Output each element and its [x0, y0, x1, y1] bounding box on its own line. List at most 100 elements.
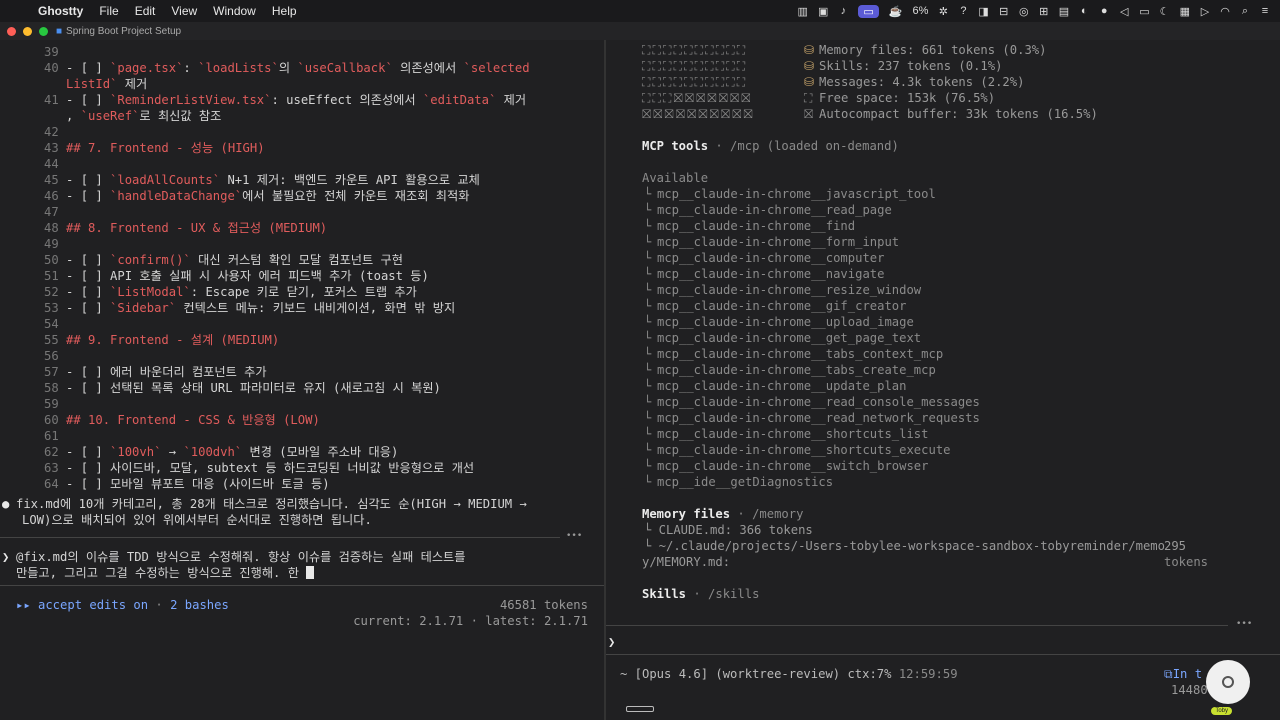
mcp-tool-item: mcp__claude-in-chrome__read_console_mess… — [657, 395, 980, 409]
tray-icon-10[interactable]: ▭ — [1139, 5, 1149, 18]
markdown-line: 39 — [44, 44, 66, 60]
bashes-count[interactable]: 2 bashes — [170, 598, 229, 612]
line-number: 64 — [44, 477, 67, 491]
prompt-input-line[interactable]: @fix.md의 이슈를 TDD 방식으로 수정해줘. 항상 이슈를 검증하는 … — [16, 549, 466, 565]
mic-icon[interactable]: ♪ — [838, 5, 848, 17]
line-text: , — [66, 109, 81, 123]
assistant-bullet-icon: ● — [2, 497, 10, 511]
markdown-line: 57 - [ ] 에러 바운더리 컴포넌트 추가 — [44, 364, 267, 380]
left-terminal-pane[interactable]: 39 40 - [ ] `page.tsx`: `loadLists`의 `us… — [0, 40, 604, 720]
line-number: 53 — [44, 301, 67, 315]
line-text: 제거 — [496, 93, 527, 107]
tray-icon-5[interactable]: ◎ — [1019, 5, 1029, 18]
search-icon[interactable]: ⌕ — [1240, 5, 1250, 18]
tree-branch-icon: └ — [644, 363, 652, 377]
code-span: `100vh` — [110, 445, 162, 459]
line-number: 47 — [44, 205, 67, 219]
menu-file[interactable]: File — [99, 4, 118, 18]
play-icon[interactable]: ▷ — [1200, 5, 1210, 18]
line-number: 48 — [44, 221, 67, 235]
line-number: 41 — [44, 93, 67, 107]
mcp-tool-item: mcp__claude-in-chrome__read_network_requ… — [657, 411, 980, 425]
gear-icon[interactable]: ✲ — [938, 5, 948, 18]
input-separator — [606, 654, 1280, 655]
control-center-icon[interactable]: ≡ — [1260, 5, 1270, 17]
tray-icon-3[interactable]: ◨ — [978, 5, 988, 18]
memory-file-row: └ CLAUDE.md: 366 tokens — [644, 523, 813, 537]
line-text: 컨텍스트 메뉴: 키보드 내비게이션, 화면 밖 방지 — [176, 301, 456, 315]
context-legend-icon: ⛁ — [804, 59, 815, 73]
line-number: 61 — [44, 429, 67, 443]
line-text: - [ ] 사이드바, 모달, subtext 등 하드코딩된 너비값 반응형으… — [66, 461, 475, 475]
prompt-chevron-icon[interactable]: ❯ — [608, 634, 615, 650]
tray-icon-1[interactable]: ▥ — [798, 5, 808, 18]
menu-edit[interactable]: Edit — [135, 4, 156, 18]
code-span: `Sidebar` — [110, 301, 177, 315]
menu-help[interactable]: Help — [272, 4, 297, 18]
section-subtitle: · /memory — [730, 507, 804, 521]
prompt-input-line[interactable]: 만들고, 그리고 그걸 수정하는 방식으로 진행해. 한 — [16, 565, 315, 581]
line-number: 54 — [44, 317, 67, 331]
mode-status[interactable]: ▸▸ accept edits on · 2 bashes — [16, 597, 229, 613]
line-number: 55 — [44, 333, 67, 347]
wifi-icon[interactable]: ◠ — [1220, 5, 1230, 18]
section-title: MCP tools — [642, 139, 709, 153]
separator-dots-icon: ••• — [1236, 619, 1253, 629]
line-text: - [ ] — [66, 445, 111, 459]
tray-icon-6[interactable]: ⊞ — [1039, 5, 1049, 18]
tree-branch-icon: └ — [644, 267, 652, 281]
floating-assistant-button[interactable] — [1206, 660, 1250, 704]
menu-bar: Ghostty File Edit View Window Help ▥ ▣ ♪… — [0, 0, 1280, 22]
input-separator — [0, 537, 560, 538]
markdown-line: 59 — [44, 396, 66, 412]
line-number: 56 — [44, 349, 67, 363]
markdown-line: 48 ## 8. Frontend - UX & 접근성 (MEDIUM) — [44, 220, 327, 236]
markdown-line: 62 - [ ] `100vh` → `100dvh` 변경 (모바일 주소바 … — [44, 444, 398, 460]
line-number: 46 — [44, 189, 67, 203]
menu-view[interactable]: View — [171, 4, 197, 18]
code-span: `ListModal` — [110, 285, 191, 299]
version-info: current: 2.1.71 · latest: 2.1.71 — [353, 614, 588, 628]
code-span: `selected — [463, 61, 530, 75]
tray-icon-2[interactable]: ▣ — [818, 5, 828, 18]
apple-icon[interactable] — [12, 4, 24, 18]
tray-icon-7[interactable]: ▤ — [1059, 5, 1069, 18]
separator-dots-icon: ••• — [566, 531, 583, 541]
user-badge: Toby — [1211, 707, 1232, 715]
context-legend-icon: ⛶ — [804, 91, 813, 105]
minimize-button[interactable] — [23, 26, 32, 36]
menu-window[interactable]: Window — [213, 4, 256, 18]
accept-edits-toggle[interactable]: ▸▸ accept edits on — [16, 598, 148, 612]
moon-icon[interactable]: ☾ — [1160, 5, 1170, 18]
mcp-tools-heading: MCP tools · /mcp (loaded on-demand) — [642, 138, 899, 154]
code-span: ListId` — [66, 77, 118, 91]
tray-icon-11[interactable]: ▦ — [1180, 5, 1190, 18]
line-number: 57 — [44, 365, 67, 379]
battery-percent[interactable]: 6% — [912, 5, 928, 17]
cup-icon[interactable]: ☕ — [889, 5, 903, 18]
code-span: `loadLists` — [198, 61, 279, 75]
context-grid: ⛶⛶⛶⛶⛶⛶⛶⛶⛶⛶ — [642, 75, 748, 89]
question-icon[interactable]: ? — [958, 5, 968, 17]
markdown-line: 45 - [ ] `loadAllCounts` N+1 제거: 백엔드 카운트… — [44, 172, 480, 188]
tray-icon-8[interactable]: ◐ — [1079, 5, 1089, 17]
right-terminal-pane[interactable]: ⛶⛶⛶⛶⛶⛶⛶⛶⛶⛶ ⛁ Memory files: 661 tokens (0.3… — [606, 40, 1280, 720]
volume-icon[interactable]: ◁ — [1119, 5, 1129, 18]
memory-token-unit: tokens — [1164, 555, 1209, 569]
markdown-line: 50 - [ ] `confirm()` 대신 커스텀 확인 모달 컴포넌트 구… — [44, 252, 403, 268]
line-text: 에서 불필요한 전체 카운트 재조회 최적화 — [242, 189, 470, 203]
tree-branch-icon: └ — [644, 299, 652, 313]
zoom-button[interactable] — [39, 26, 48, 36]
code-span: `useCallback` — [297, 61, 393, 75]
close-button[interactable] — [7, 26, 16, 36]
scroll-indicator[interactable] — [626, 706, 654, 712]
context-grid: ⛝⛝⛝⛝⛝⛝⛝⛝⛝⛝ — [642, 107, 755, 121]
markdown-line: 41 - [ ] `ReminderListView.tsx`: useEffe… — [44, 92, 526, 108]
folder-icon: ■ — [56, 25, 63, 37]
context-legend-text: Autocompact buffer: 33k tokens (16.5%) — [819, 107, 1098, 121]
tray-icon-4[interactable]: ⊟ — [999, 5, 1009, 18]
tray-icon-9[interactable]: ● — [1099, 5, 1109, 17]
markdown-line: 44 — [44, 156, 66, 172]
app-name[interactable]: Ghostty — [38, 4, 83, 18]
tray-app-pill[interactable]: ▭ — [858, 4, 879, 18]
